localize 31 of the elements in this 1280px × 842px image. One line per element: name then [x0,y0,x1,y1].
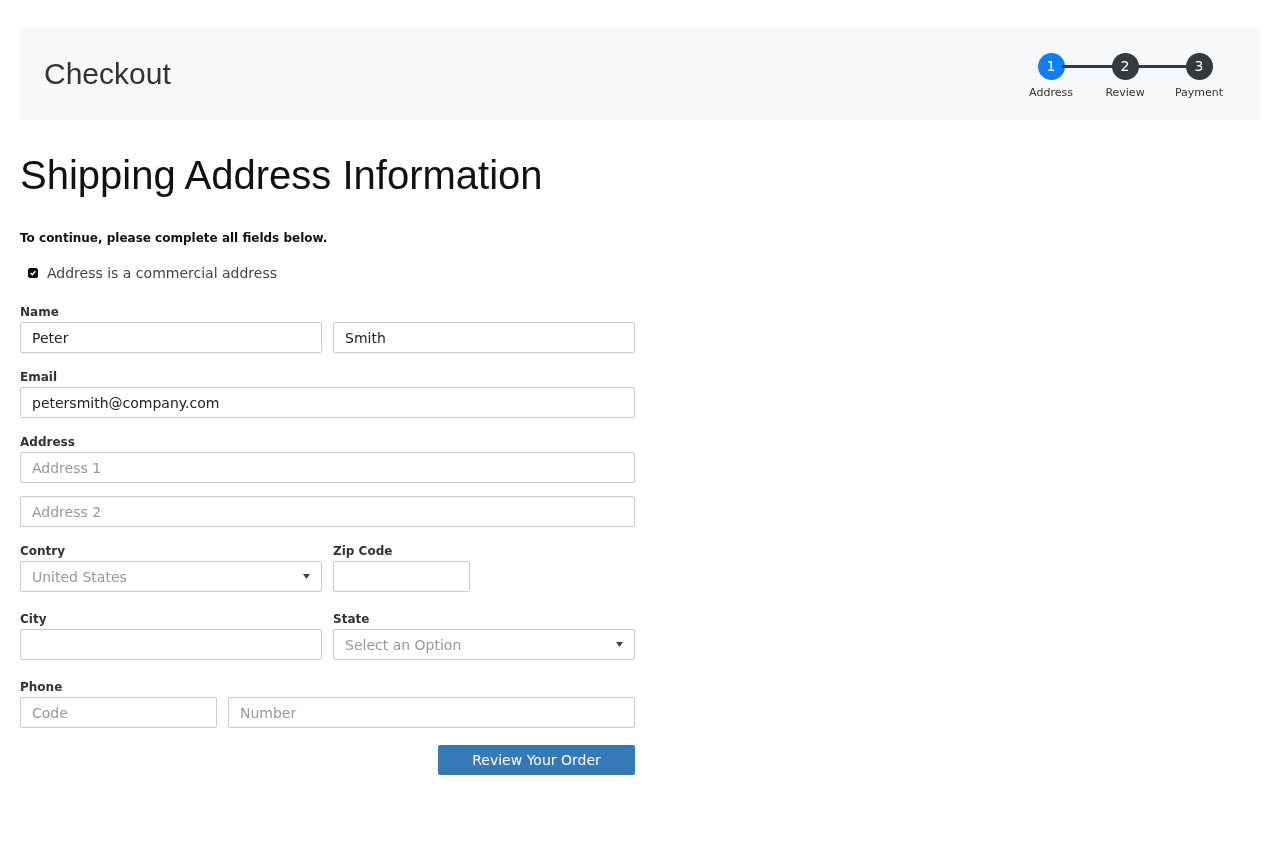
caret-icon [303,574,310,579]
address-field[interactable]: Address 2 [20,496,635,527]
field-label: Name [20,305,60,319]
caret-icon [616,642,623,647]
zip-code-field[interactable] [333,561,470,592]
field-label: Address [20,435,76,449]
checkbox[interactable] [28,268,38,278]
step-label: Address [1029,85,1073,99]
phone-code-field[interactable]: Code [20,697,217,728]
phone-number-field[interactable]: Number [228,697,635,728]
first-name-field[interactable]: Peter [20,322,322,353]
section-heading: Shipping Address Information [20,153,544,198]
instruction-text: To continue, please complete all fields below. [20,231,329,245]
step-indicator[interactable]: 3 [1185,52,1213,80]
last-name-field[interactable]: Smith [333,322,635,353]
field-label: Phone [20,680,64,694]
page-title: Checkout [44,56,171,91]
checkbox-label: Address is a commercial address [47,265,277,281]
field-label: State [333,612,371,626]
step-label: Payment [1174,85,1224,99]
city-field[interactable] [20,629,322,660]
review-order-button[interactable]: Review Your Order [438,745,635,775]
field-label: Zip Code [333,544,394,558]
address-field[interactable]: Address 1 [20,452,635,483]
email-field[interactable]: petersmith@company.com [20,387,635,418]
step-indicator[interactable]: 1 [1037,52,1065,80]
field-label: Contry [20,544,67,558]
field-label: City [20,612,48,626]
field-label: Email [20,370,59,384]
step-indicator[interactable]: 2 [1111,52,1139,80]
step-label: Review [1105,85,1145,99]
